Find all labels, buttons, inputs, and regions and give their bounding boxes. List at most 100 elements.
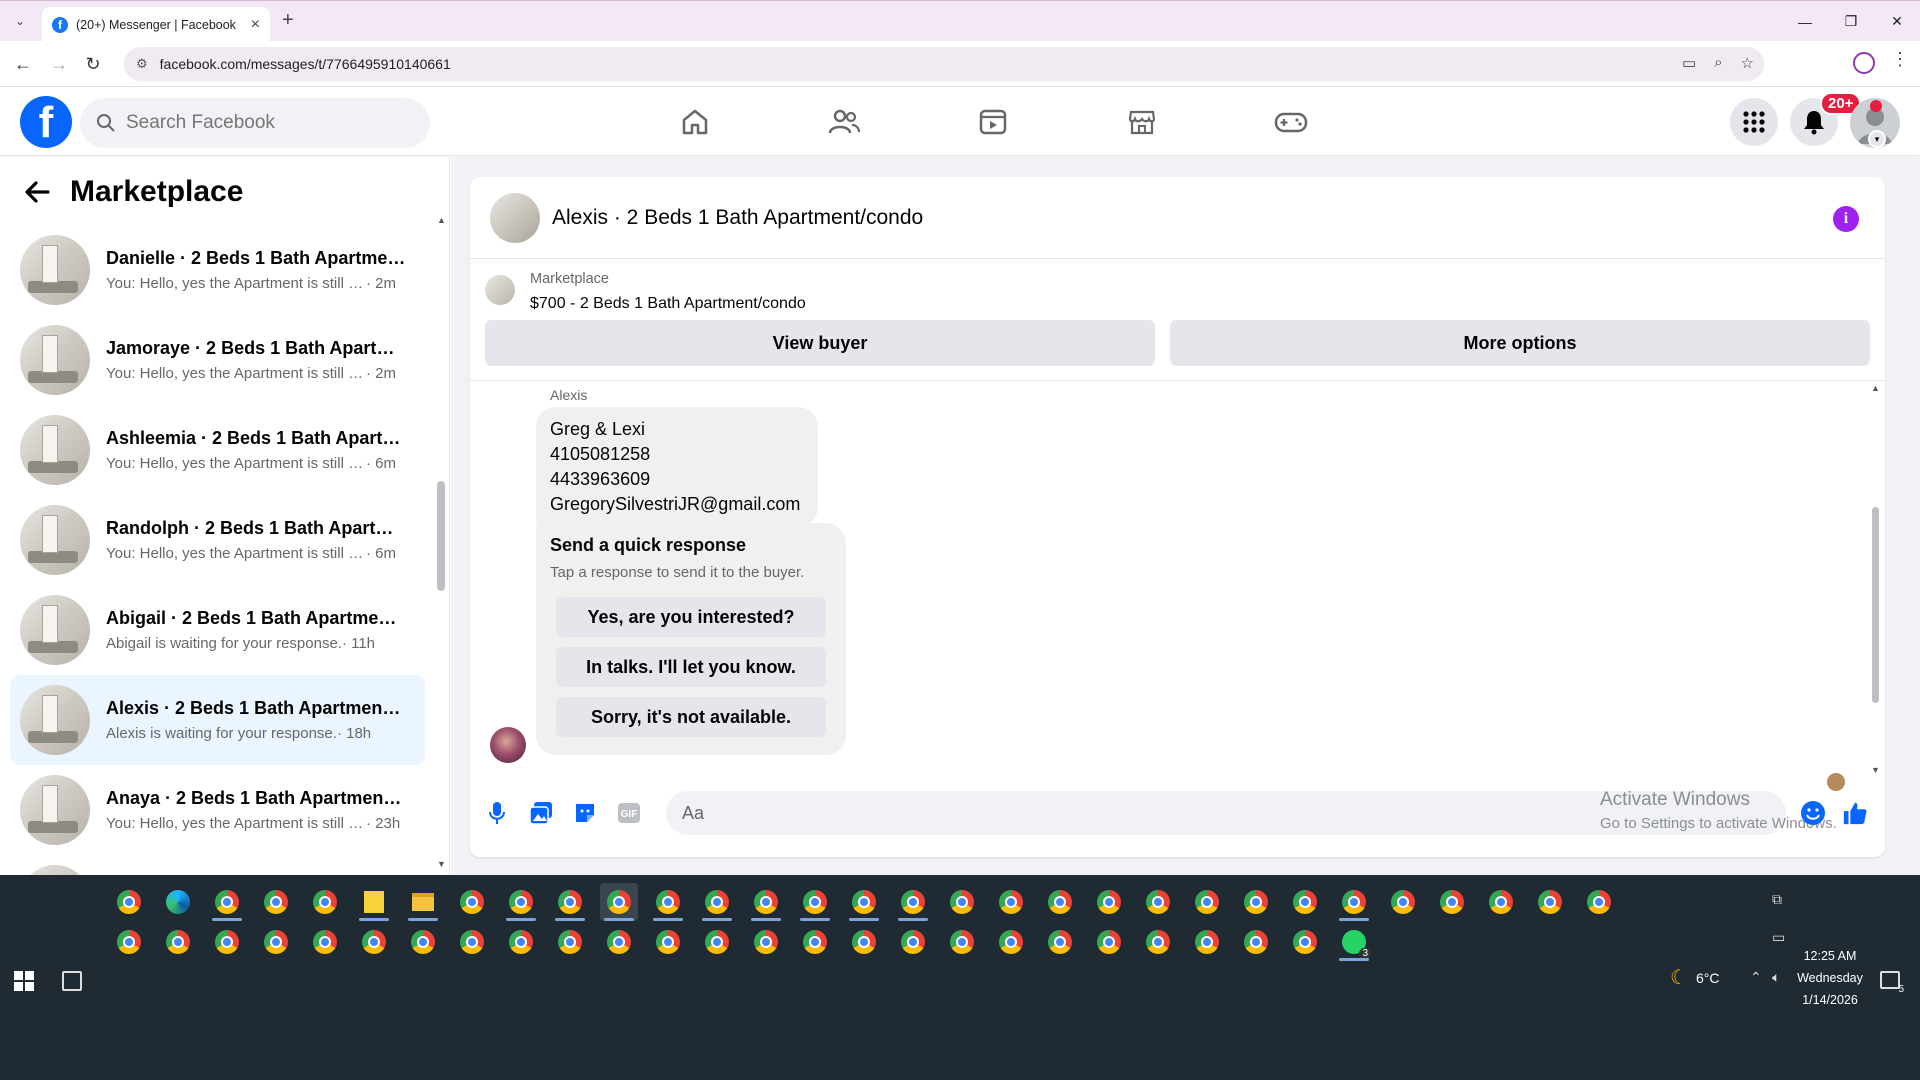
reload-icon[interactable]: ↻: [82, 53, 104, 75]
photo-icon[interactable]: [528, 800, 554, 826]
system-clock[interactable]: 12:25 AM Wednesday 1/14/2026: [1790, 945, 1870, 1011]
conversation-item[interactable]: Alexis · 2 Beds 1 Bath Apartment/condo Al…: [10, 675, 425, 765]
listing-thumbnail[interactable]: [485, 275, 515, 305]
chrome-taskbar-icon[interactable]: [698, 923, 736, 961]
facebook-search[interactable]: [80, 98, 430, 148]
volume-icon[interactable]: 🔈︎: [1772, 969, 1780, 986]
scroll-down-icon[interactable]: ▼: [1871, 765, 1880, 775]
like-thumbs-up-icon[interactable]: [1842, 800, 1868, 826]
chrome-taskbar-icon[interactable]: [1041, 883, 1079, 921]
chrome-taskbar-icon[interactable]: [649, 923, 687, 961]
sidebar-scrollbar[interactable]: ▲ ▼: [437, 215, 446, 869]
chrome-taskbar-icon[interactable]: [1384, 883, 1422, 921]
conversation-item[interactable]: Abigail · 2 Beds 1 Bath Apartment/condo A…: [10, 585, 425, 675]
message-bubble[interactable]: Greg & Lexi 4105081258 4433963609 Gregor…: [536, 407, 818, 527]
chrome-taskbar-icon[interactable]: [502, 923, 540, 961]
chrome-taskbar-icon[interactable]: [551, 923, 589, 961]
windows-start-icon[interactable]: [14, 971, 34, 991]
chrome-taskbar-icon[interactable]: [796, 883, 834, 921]
account-chevron-down-icon[interactable]: ▾: [1868, 130, 1886, 148]
chrome-taskbar-icon[interactable]: [1531, 883, 1569, 921]
chrome-taskbar-icon[interactable]: [110, 883, 148, 921]
chrome-taskbar-icon[interactable]: [1139, 883, 1177, 921]
whatsapp-taskbar-icon[interactable]: 3: [1335, 923, 1373, 961]
tab-close-icon[interactable]: ×: [251, 16, 260, 34]
close-window-icon[interactable]: ✕: [1874, 1, 1920, 42]
notifications-button[interactable]: 20+: [1790, 92, 1862, 146]
sticker-icon[interactable]: [572, 800, 598, 826]
chrome-taskbar-icon[interactable]: [943, 923, 981, 961]
chrome-taskbar-icon[interactable]: [747, 883, 785, 921]
chrome-taskbar-icon[interactable]: [600, 923, 638, 961]
browser-menu-icon[interactable]: ⋮: [1891, 49, 1909, 70]
quick-response-not-available-button[interactable]: Sorry, it's not available.: [556, 697, 826, 737]
info-icon[interactable]: i: [1833, 206, 1859, 232]
chrome-taskbar-icon[interactable]: [453, 923, 491, 961]
restore-icon[interactable]: ❐: [1828, 1, 1874, 42]
scroll-down-icon[interactable]: ▼: [437, 859, 446, 869]
chrome-taskbar-icon[interactable]: [257, 923, 295, 961]
chrome-taskbar-icon[interactable]: [1433, 883, 1471, 921]
gif-icon[interactable]: GIF: [616, 800, 642, 826]
chrome-taskbar-icon[interactable]: [208, 883, 246, 921]
chrome-taskbar-icon[interactable]: [796, 923, 834, 961]
chrome-taskbar-icon[interactable]: [306, 883, 344, 921]
emoji-icon[interactable]: [1800, 800, 1826, 826]
chrome-taskbar-icon[interactable]: [698, 883, 736, 921]
zoom-icon[interactable]: ⌕: [1714, 54, 1722, 72]
nav-friends[interactable]: [769, 88, 918, 156]
listing-avatar[interactable]: [490, 192, 540, 243]
sender-avatar[interactable]: [490, 727, 526, 763]
view-buyer-button[interactable]: View buyer: [485, 320, 1155, 366]
chrome-taskbar-icon[interactable]: [1237, 883, 1275, 921]
chrome-taskbar-icon[interactable]: [551, 883, 589, 921]
chat-scrollbar[interactable]: ▲ ▼: [1871, 383, 1881, 777]
nav-video[interactable]: [918, 88, 1067, 156]
chrome-taskbar-icon[interactable]: [355, 923, 393, 961]
bookmark-star-icon[interactable]: ☆: [1741, 54, 1754, 72]
conversation-item[interactable]: Anaya · 2 Beds 1 Bath Apartment/condo You…: [10, 765, 425, 855]
nav-marketplace[interactable]: [1067, 88, 1216, 156]
tray-chevron-up-icon[interactable]: ⌃: [1750, 969, 1762, 986]
search-input[interactable]: [126, 112, 386, 134]
chrome-taskbar-icon[interactable]: [1090, 883, 1128, 921]
microphone-icon[interactable]: [484, 800, 510, 826]
chrome-taskbar-icon[interactable]: [1335, 883, 1373, 921]
chrome-taskbar-icon[interactable]: [159, 923, 197, 961]
facebook-logo-icon[interactable]: f: [20, 96, 72, 148]
more-options-button[interactable]: More options: [1170, 320, 1870, 366]
tray-network-icon[interactable]: ▭: [1772, 929, 1785, 946]
install-app-icon[interactable]: ▭: [1682, 54, 1696, 72]
scroll-up-icon[interactable]: ▲: [1871, 383, 1880, 393]
chrome-taskbar-icon[interactable]: [1090, 923, 1128, 961]
back-arrow-icon[interactable]: [24, 181, 50, 203]
chrome-taskbar-icon[interactable]: [894, 923, 932, 961]
chrome-taskbar-icon[interactable]: [649, 883, 687, 921]
conversation-item[interactable]: Alexander · 2 Beds 1 Bath Apartment/cond…: [10, 855, 425, 875]
chrome-taskbar-icon[interactable]: [747, 923, 785, 961]
scrollbar-thumb[interactable]: [1872, 507, 1879, 703]
chrome-taskbar-icon[interactable]: [257, 883, 295, 921]
forward-arrow-icon[interactable]: →: [48, 53, 70, 75]
browser-profile-icon[interactable]: [1853, 52, 1875, 74]
back-arrow-icon[interactable]: ←: [12, 53, 34, 75]
tab-search-chevron-icon[interactable]: ⌄: [8, 9, 32, 33]
conversation-item[interactable]: Danielle · 2 Beds 1 Bath Apartment/condo…: [10, 225, 425, 315]
listing-price-title[interactable]: $700 - 2 Beds 1 Bath Apartment/condo: [530, 295, 806, 313]
browser-tab-messenger[interactable]: f (20+) Messenger | Facebook ×: [42, 7, 270, 42]
chrome-taskbar-icon[interactable]: [845, 883, 883, 921]
site-info-icon[interactable]: ⚙: [136, 56, 148, 72]
conversation-item[interactable]: Randolph · 2 Beds 1 Bath Apartment/condo…: [10, 495, 425, 585]
chrome-taskbar-icon[interactable]: [894, 883, 932, 921]
conversation-item[interactable]: Ashleemia · 2 Beds 1 Bath Apartment/cond…: [10, 405, 425, 495]
chrome-taskbar-icon[interactable]: [1139, 923, 1177, 961]
chrome-taskbar-icon[interactable]: [1188, 923, 1226, 961]
conversation-item[interactable]: Jamoraye · 2 Beds 1 Bath Apartment/condo…: [10, 315, 425, 405]
chrome-taskbar-icon[interactable]: [992, 923, 1030, 961]
chrome-taskbar-icon[interactable]: [1237, 923, 1275, 961]
chrome-taskbar-icon[interactable]: [453, 883, 491, 921]
chat-title[interactable]: Alexis · 2 Beds 1 Bath Apartment/condo: [552, 206, 923, 230]
scroll-up-icon[interactable]: ▲: [437, 215, 446, 225]
menu-button[interactable]: [1730, 98, 1778, 146]
nav-gaming[interactable]: [1216, 88, 1365, 156]
